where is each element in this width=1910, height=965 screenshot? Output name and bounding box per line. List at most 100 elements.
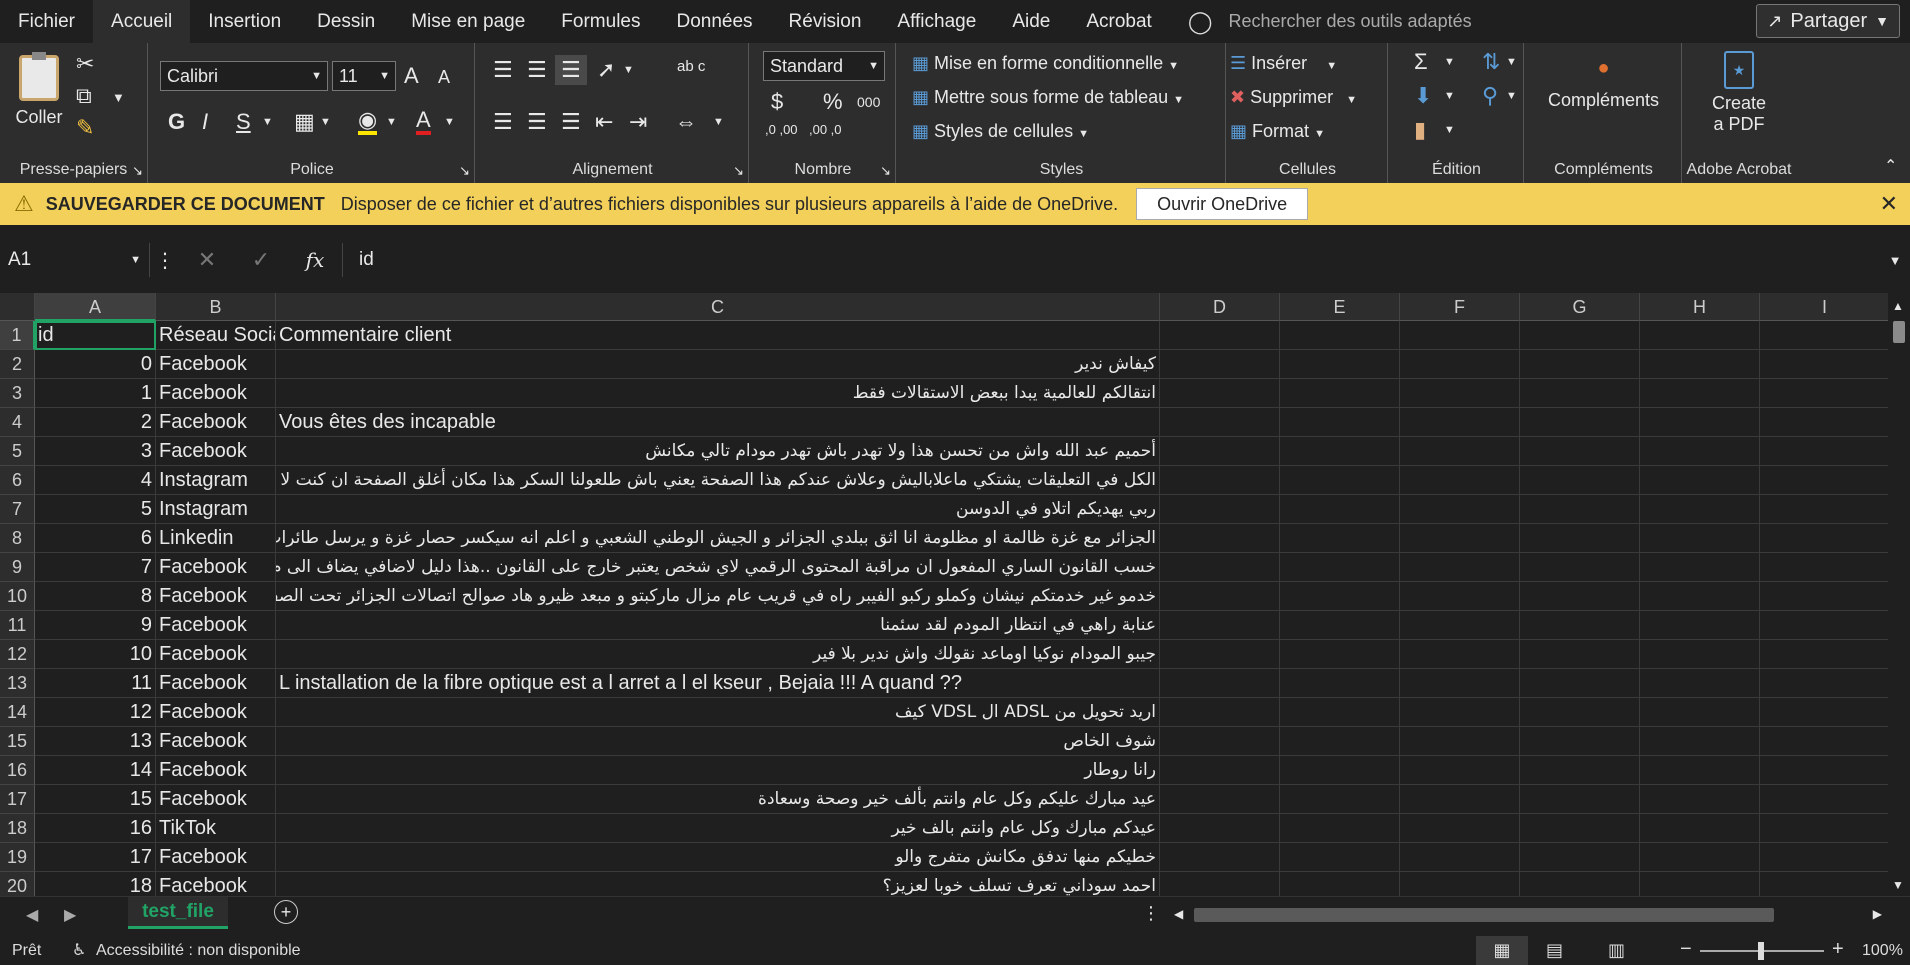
- cell-empty[interactable]: [1520, 785, 1640, 814]
- currency-icon[interactable]: $: [771, 91, 783, 113]
- cell-b13[interactable]: Facebook: [156, 669, 276, 698]
- cell-b20[interactable]: Facebook: [156, 872, 276, 896]
- row-header[interactable]: 7: [0, 495, 35, 524]
- tab-formules[interactable]: Formules: [543, 0, 658, 43]
- cell-styles-button[interactable]: ▦ Styles de cellules ▼: [912, 121, 1089, 142]
- font-size-select[interactable]: 11 ▼: [332, 61, 396, 91]
- cell-empty[interactable]: [1520, 698, 1640, 727]
- zoom-slider-thumb[interactable]: [1758, 942, 1764, 960]
- cell-c18[interactable]: عيدكم مبارك وكل عام وانتم بالف خير: [276, 814, 1160, 843]
- format-as-table-button[interactable]: ▦ Mettre sous forme de tableau ▼: [912, 87, 1184, 108]
- cell-empty[interactable]: [1280, 727, 1400, 756]
- cell-a7[interactable]: 5: [35, 495, 156, 524]
- insert-function-icon[interactable]: fx: [288, 248, 342, 272]
- cell-empty[interactable]: [1280, 640, 1400, 669]
- cell-empty[interactable]: [1160, 727, 1280, 756]
- format-painter-icon[interactable]: ✎: [76, 117, 94, 139]
- page-break-icon[interactable]: ▥: [1608, 940, 1625, 961]
- cell-empty[interactable]: [1400, 553, 1520, 582]
- cell-empty[interactable]: [1760, 495, 1888, 524]
- cell-a6[interactable]: 4: [35, 466, 156, 495]
- cell-b7[interactable]: Instagram: [156, 495, 276, 524]
- cell-a16[interactable]: 14: [35, 756, 156, 785]
- cell-empty[interactable]: [1760, 785, 1888, 814]
- zoom-out-icon[interactable]: −: [1680, 938, 1692, 961]
- cell-b6[interactable]: Instagram: [156, 466, 276, 495]
- chevron-down-icon[interactable]: ▼: [1444, 57, 1455, 68]
- format-cells-button[interactable]: ▦ Format ▼: [1230, 121, 1325, 142]
- cell-c14[interactable]: اريد تحويل من ADSL ال VDSL كيف: [276, 698, 1160, 727]
- tab-acrobat[interactable]: Acrobat: [1068, 0, 1169, 43]
- cell-b5[interactable]: Facebook: [156, 437, 276, 466]
- cell-empty[interactable]: [1280, 814, 1400, 843]
- cell-empty[interactable]: [1640, 611, 1760, 640]
- row-header[interactable]: 5: [0, 437, 35, 466]
- cell-empty[interactable]: [1640, 756, 1760, 785]
- more-sheets-icon[interactable]: ⋮: [1142, 903, 1160, 924]
- bold-button[interactable]: G: [168, 111, 185, 133]
- sheet-tab-test-file[interactable]: test_file: [128, 897, 228, 929]
- cell-empty[interactable]: [1400, 350, 1520, 379]
- cell-empty[interactable]: [1640, 872, 1760, 896]
- cell-empty[interactable]: [1400, 495, 1520, 524]
- row-header[interactable]: 19: [0, 843, 35, 872]
- merge-center-icon[interactable]: ⇔: [675, 111, 697, 133]
- cell-empty[interactable]: [1160, 437, 1280, 466]
- cell-c7[interactable]: ربي يهديكم اتلاو في الدوسن: [276, 495, 1160, 524]
- cell-empty[interactable]: [1760, 814, 1888, 843]
- cell-empty[interactable]: [1280, 872, 1400, 896]
- column-header-c[interactable]: C: [276, 293, 1160, 321]
- increase-indent-icon[interactable]: ⇥: [629, 111, 647, 133]
- number-format-select[interactable]: Standard ▼: [763, 51, 885, 81]
- vertical-scrollbar[interactable]: ▲ ▼: [1888, 293, 1910, 896]
- find-select-icon[interactable]: ⚲: [1482, 85, 1498, 107]
- cell-empty[interactable]: [1160, 756, 1280, 785]
- row-header[interactable]: 18: [0, 814, 35, 843]
- cell-empty[interactable]: [1280, 466, 1400, 495]
- hscroll-thumb[interactable]: [1194, 908, 1774, 922]
- insert-cells-button[interactable]: ☰ Insérer ▼: [1230, 53, 1337, 74]
- cell-empty[interactable]: [1160, 553, 1280, 582]
- tab-révision[interactable]: Révision: [771, 0, 880, 43]
- chevron-down-icon[interactable]: ▼: [1506, 57, 1517, 68]
- underline-button[interactable]: S: [236, 111, 251, 133]
- cell-c6[interactable]: الكل في التعليقات يشتكي ماعلاباليش وعلاش…: [276, 466, 1160, 495]
- cell-empty[interactable]: [1760, 524, 1888, 553]
- row-header[interactable]: 16: [0, 756, 35, 785]
- cell-empty[interactable]: [1280, 379, 1400, 408]
- clear-icon[interactable]: ▮: [1414, 119, 1426, 141]
- zoom-in-icon[interactable]: +: [1832, 938, 1844, 961]
- tab-affichage[interactable]: Affichage: [879, 0, 994, 43]
- row-header[interactable]: 8: [0, 524, 35, 553]
- formula-input[interactable]: id: [342, 243, 1880, 277]
- cell-c10[interactable]: خدمو غير خدمتكم نيشان وكملو ركبو الفيبر …: [276, 582, 1160, 611]
- cell-empty[interactable]: [1640, 379, 1760, 408]
- scroll-left-icon[interactable]: ◀: [1174, 907, 1183, 921]
- align-center-icon[interactable]: ☰: [527, 111, 547, 133]
- chevron-down-icon[interactable]: ▼: [262, 117, 273, 128]
- tab-mise-en-page[interactable]: Mise en page: [393, 0, 543, 43]
- column-header-a[interactable]: A: [35, 293, 156, 321]
- cell-empty[interactable]: [1640, 553, 1760, 582]
- cell-empty[interactable]: [1280, 495, 1400, 524]
- cell-empty[interactable]: [1160, 379, 1280, 408]
- tab-données[interactable]: Données: [658, 0, 770, 43]
- page-layout-icon[interactable]: ▤: [1546, 940, 1563, 961]
- cell-empty[interactable]: [1280, 698, 1400, 727]
- cell-empty[interactable]: [1760, 727, 1888, 756]
- dialog-launcher-icon[interactable]: ↘: [132, 164, 143, 177]
- cell-empty[interactable]: [1640, 785, 1760, 814]
- cell-c1[interactable]: Commentaire client: [276, 321, 1160, 350]
- cell-empty[interactable]: [1640, 582, 1760, 611]
- orientation-icon[interactable]: ➚: [597, 59, 615, 81]
- cell-empty[interactable]: [1640, 669, 1760, 698]
- cell-empty[interactable]: [1640, 843, 1760, 872]
- next-sheet-icon[interactable]: ▶: [64, 905, 76, 925]
- align-top-icon[interactable]: ☰: [493, 59, 513, 81]
- sort-filter-icon[interactable]: ⇅: [1482, 51, 1500, 73]
- cell-empty[interactable]: [1640, 437, 1760, 466]
- tab-dessin[interactable]: Dessin: [299, 0, 393, 43]
- cell-empty[interactable]: [1760, 379, 1888, 408]
- tab-aide[interactable]: Aide: [994, 0, 1068, 43]
- cell-empty[interactable]: [1640, 698, 1760, 727]
